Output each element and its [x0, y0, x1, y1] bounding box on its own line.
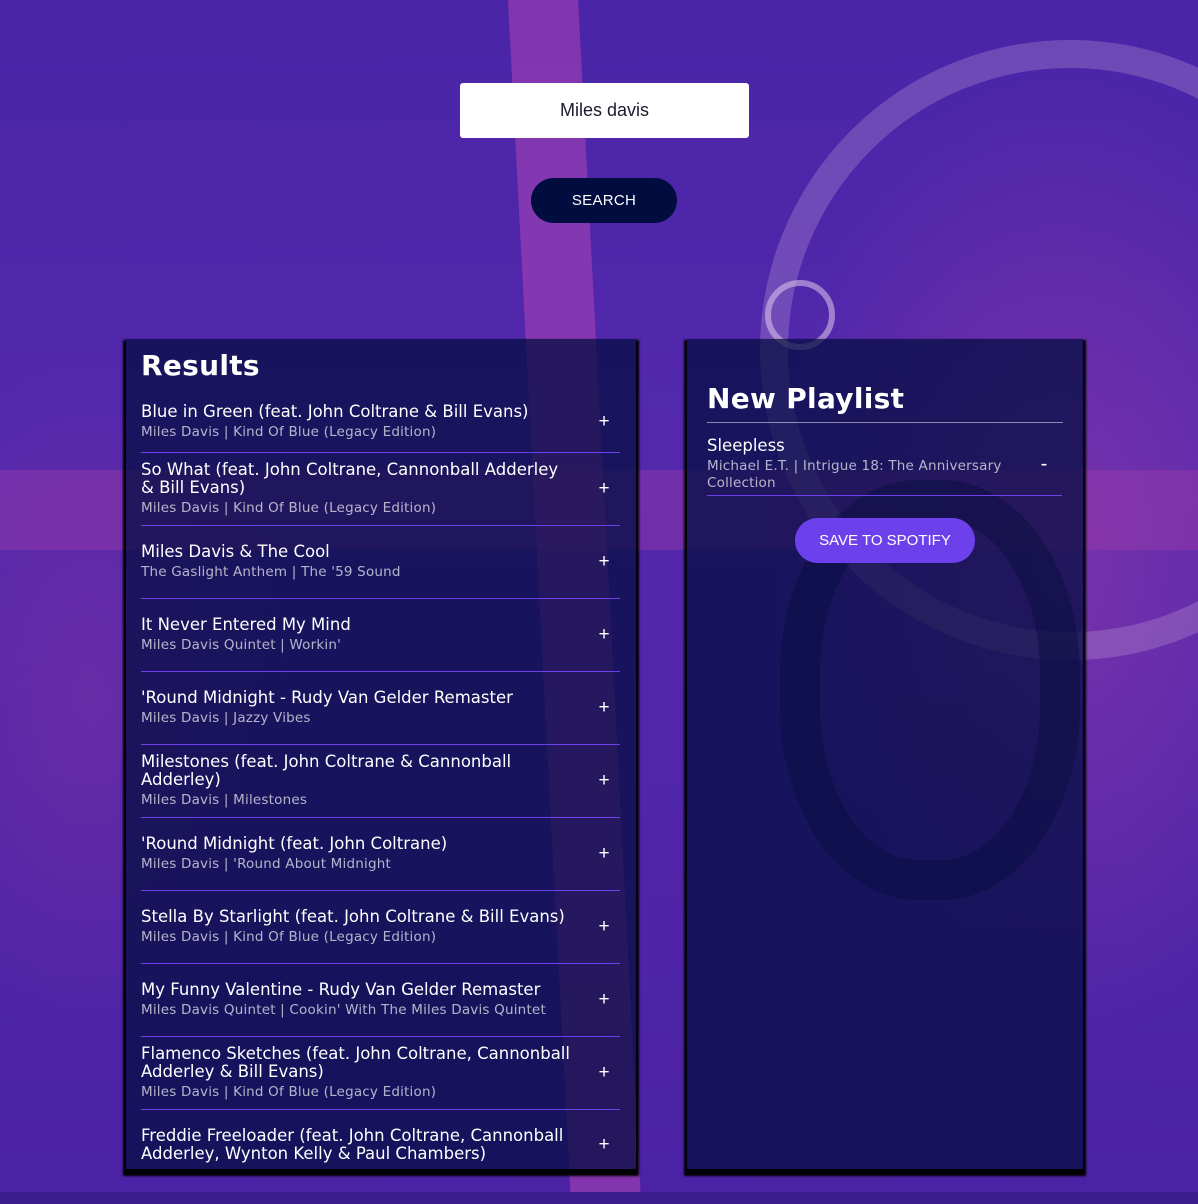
add-track-button[interactable]: + — [594, 770, 614, 792]
track-item: It Never Entered My Mind Miles Davis Qui… — [141, 599, 620, 672]
track-item: So What (feat. John Coltrane, Cannonball… — [141, 453, 620, 526]
add-track-button[interactable]: + — [594, 411, 614, 433]
results-panel: Results Blue in Green (feat. John Coltra… — [126, 339, 636, 1169]
track-item: Flamenco Sketches (feat. John Coltrane, … — [141, 1037, 620, 1110]
track-name: 'Round Midnight - Rudy Van Gelder Remast… — [141, 688, 513, 707]
track-item: Freddie Freeloader (feat. John Coltrane,… — [141, 1110, 620, 1169]
track-name: Flamenco Sketches (feat. John Coltrane, … — [141, 1044, 570, 1081]
track-meta: Miles Davis Quintet | Cookin' With The M… — [141, 1002, 546, 1018]
track-meta: Miles Davis | 'Round About Midnight — [141, 856, 391, 872]
track-item: 'Round Midnight - Rudy Van Gelder Remast… — [141, 672, 620, 745]
track-meta: Miles Davis | Kind Of Blue (Legacy Editi… — [141, 500, 437, 516]
track-meta: Miles Davis | Kind Of Blue (Legacy Editi… — [141, 423, 437, 440]
track-item: Blue in Green (feat. John Coltrane & Bil… — [141, 391, 620, 453]
track-name: Blue in Green (feat. John Coltrane & Bil… — [141, 401, 529, 421]
track-name: Freddie Freeloader (feat. John Coltrane,… — [141, 1126, 564, 1163]
divider — [707, 422, 1063, 423]
add-track-button[interactable]: + — [594, 916, 614, 938]
playlist-title[interactable]: New Playlist — [707, 382, 904, 415]
track-name: My Funny Valentine - Rudy Van Gelder Rem… — [141, 980, 541, 999]
add-track-button[interactable]: + — [594, 551, 614, 573]
remove-track-button[interactable]: - — [1034, 453, 1054, 476]
playlist-track-item: Sleepless Michael E.T. | Intrigue 18: Th… — [707, 434, 1062, 496]
add-track-button[interactable]: + — [594, 843, 614, 865]
results-title: Results — [141, 349, 260, 382]
add-track-button[interactable]: + — [594, 1062, 614, 1084]
add-track-button[interactable]: + — [594, 989, 614, 1011]
track-item: Stella By Starlight (feat. John Coltrane… — [141, 891, 620, 964]
track-item: Milestones (feat. John Coltrane & Cannon… — [141, 745, 620, 818]
track-name: Sleepless — [707, 436, 785, 455]
save-to-spotify-button[interactable]: SAVE TO SPOTIFY — [795, 518, 975, 563]
add-track-button[interactable]: + — [594, 478, 614, 500]
page-footer-strip — [0, 1192, 1198, 1204]
track-meta: Miles Davis | Kind Of Blue (Legacy Editi… — [141, 929, 437, 945]
track-name: Milestones (feat. John Coltrane & Cannon… — [141, 752, 512, 789]
track-meta: Michael E.T. | Intrigue 18: The Annivers… — [707, 458, 1002, 491]
add-track-button[interactable]: + — [594, 697, 614, 719]
track-item: 'Round Midnight (feat. John Coltrane) Mi… — [141, 818, 620, 891]
track-name: 'Round Midnight (feat. John Coltrane) — [141, 834, 448, 853]
search-input[interactable] — [460, 83, 749, 138]
track-meta: Miles Davis | Jazzy Vibes — [141, 710, 311, 726]
track-meta: The Gaslight Anthem | The '59 Sound — [141, 564, 401, 580]
track-meta: Miles Davis | Kind Of Blue (Legacy Editi… — [141, 1084, 437, 1100]
track-item: My Funny Valentine - Rudy Van Gelder Rem… — [141, 964, 620, 1037]
track-meta: Miles Davis | Milestones — [141, 792, 308, 808]
track-name: Miles Davis & The Cool — [141, 542, 330, 561]
playlist-panel: New Playlist Sleepless Michael E.T. | In… — [687, 339, 1083, 1169]
track-meta: Miles Davis Quintet | Workin' — [141, 637, 342, 653]
track-name: It Never Entered My Mind — [141, 615, 351, 634]
track-name: So What (feat. John Coltrane, Cannonball… — [141, 460, 559, 497]
add-track-button[interactable]: + — [594, 1134, 614, 1156]
add-track-button[interactable]: + — [594, 624, 614, 646]
search-button[interactable]: SEARCH — [531, 178, 677, 223]
track-name: Stella By Starlight (feat. John Coltrane… — [141, 907, 565, 926]
track-item: Miles Davis & The Cool The Gaslight Anth… — [141, 526, 620, 599]
